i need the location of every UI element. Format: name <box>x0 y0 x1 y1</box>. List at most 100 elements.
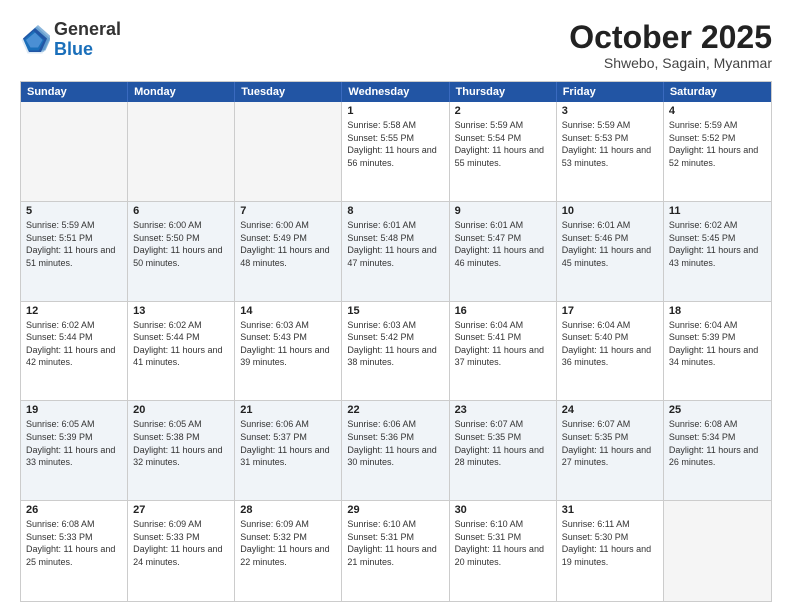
day-cell-30: 30Sunrise: 6:10 AMSunset: 5:31 PMDayligh… <box>450 501 557 601</box>
sunset-text: Sunset: 5:39 PM <box>26 431 122 444</box>
sunset-text: Sunset: 5:35 PM <box>455 431 551 444</box>
sunset-text: Sunset: 5:33 PM <box>133 531 229 544</box>
day-number: 8 <box>347 205 443 217</box>
day-cell-8: 8 Sunrise: 6:01 AMSunset: 5:48 PMDaylight… <box>342 202 449 301</box>
daylight-text: Daylight: 11 hours and 47 minutes. <box>347 244 443 269</box>
daylight-text: Daylight: 11 hours and 43 minutes. <box>669 244 766 269</box>
day-number: 16 <box>455 305 551 317</box>
sunset-text: Sunset: 5:34 PM <box>669 431 766 444</box>
sunset-text: Sunset: 5:45 PM <box>669 232 766 245</box>
day-number: 27 <box>133 504 229 516</box>
sunrise-text: Sunrise: 6:10 AM <box>347 518 443 531</box>
day-number: 6 <box>133 205 229 217</box>
empty-cell-0-0 <box>21 102 128 201</box>
daylight-text: Daylight: 11 hours and 53 minutes. <box>562 144 658 169</box>
sunset-text: Sunset: 5:33 PM <box>26 531 122 544</box>
day-number: 1 <box>347 105 443 117</box>
daylight-text: Daylight: 11 hours and 39 minutes. <box>240 344 336 369</box>
sunrise-text: Sunrise: 5:59 AM <box>562 119 658 132</box>
sunrise-text: Sunrise: 6:07 AM <box>455 418 551 431</box>
calendar: SundayMondayTuesdayWednesdayThursdayFrid… <box>20 81 772 602</box>
sunrise-text: Sunrise: 6:01 AM <box>455 219 551 232</box>
day-cell-23: 23Sunrise: 6:07 AMSunset: 5:35 PMDayligh… <box>450 401 557 500</box>
sunrise-text: Sunrise: 6:05 AM <box>26 418 122 431</box>
sunrise-text: Sunrise: 6:08 AM <box>26 518 122 531</box>
daylight-text: Daylight: 11 hours and 41 minutes. <box>133 344 229 369</box>
logo-general: General <box>54 19 121 39</box>
sunrise-text: Sunrise: 6:00 AM <box>240 219 336 232</box>
weekday-header-monday: Monday <box>128 82 235 102</box>
sunrise-text: Sunrise: 5:59 AM <box>669 119 766 132</box>
empty-cell-4-6 <box>664 501 771 601</box>
daylight-text: Daylight: 11 hours and 30 minutes. <box>347 444 443 469</box>
sunset-text: Sunset: 5:30 PM <box>562 531 658 544</box>
sunset-text: Sunset: 5:41 PM <box>455 331 551 344</box>
day-cell-24: 24Sunrise: 6:07 AMSunset: 5:35 PMDayligh… <box>557 401 664 500</box>
sunrise-text: Sunrise: 5:59 AM <box>455 119 551 132</box>
weekday-header-thursday: Thursday <box>450 82 557 102</box>
sunrise-text: Sunrise: 6:10 AM <box>455 518 551 531</box>
sunrise-text: Sunrise: 6:01 AM <box>347 219 443 232</box>
day-number: 5 <box>26 205 122 217</box>
calendar-body: 1Sunrise: 5:58 AMSunset: 5:55 PMDaylight… <box>21 102 771 601</box>
day-cell-7: 7Sunrise: 6:00 AMSunset: 5:49 PMDaylight… <box>235 202 342 301</box>
weekday-header-tuesday: Tuesday <box>235 82 342 102</box>
daylight-text: Daylight: 11 hours and 25 minutes. <box>26 543 122 568</box>
day-cell-5: 5Sunrise: 5:59 AMSunset: 5:51 PMDaylight… <box>21 202 128 301</box>
day-number: 13 <box>133 305 229 317</box>
sunrise-text: Sunrise: 6:06 AM <box>347 418 443 431</box>
sunset-text: Sunset: 5:54 PM <box>455 132 551 145</box>
day-number: 4 <box>669 105 766 117</box>
day-cell-6: 6Sunrise: 6:00 AMSunset: 5:50 PMDaylight… <box>128 202 235 301</box>
day-cell-22: 22Sunrise: 6:06 AMSunset: 5:36 PMDayligh… <box>342 401 449 500</box>
sunrise-text: Sunrise: 6:03 AM <box>347 319 443 332</box>
sunset-text: Sunset: 5:35 PM <box>562 431 658 444</box>
day-cell-15: 15Sunrise: 6:03 AMSunset: 5:42 PMDayligh… <box>342 302 449 401</box>
header: General Blue October 2025 Shwebo, Sagain… <box>20 20 772 71</box>
calendar-row-4: 26Sunrise: 6:08 AMSunset: 5:33 PMDayligh… <box>21 501 771 601</box>
day-number: 26 <box>26 504 122 516</box>
calendar-row-1: 5Sunrise: 5:59 AMSunset: 5:51 PMDaylight… <box>21 202 771 302</box>
daylight-text: Daylight: 11 hours and 27 minutes. <box>562 444 658 469</box>
daylight-text: Daylight: 11 hours and 22 minutes. <box>240 543 336 568</box>
page: General Blue October 2025 Shwebo, Sagain… <box>0 0 792 612</box>
sunset-text: Sunset: 5:50 PM <box>133 232 229 245</box>
day-cell-20: 20Sunrise: 6:05 AMSunset: 5:38 PMDayligh… <box>128 401 235 500</box>
sunrise-text: Sunrise: 6:09 AM <box>133 518 229 531</box>
day-number: 18 <box>669 305 766 317</box>
sunset-text: Sunset: 5:44 PM <box>133 331 229 344</box>
day-cell-19: 19Sunrise: 6:05 AMSunset: 5:39 PMDayligh… <box>21 401 128 500</box>
sunrise-text: Sunrise: 6:02 AM <box>26 319 122 332</box>
daylight-text: Daylight: 11 hours and 50 minutes. <box>133 244 229 269</box>
sunrise-text: Sunrise: 6:02 AM <box>669 219 766 232</box>
day-cell-13: 13Sunrise: 6:02 AMSunset: 5:44 PMDayligh… <box>128 302 235 401</box>
sunrise-text: Sunrise: 6:04 AM <box>669 319 766 332</box>
day-cell-17: 17Sunrise: 6:04 AMSunset: 5:40 PMDayligh… <box>557 302 664 401</box>
calendar-header: SundayMondayTuesdayWednesdayThursdayFrid… <box>21 82 771 102</box>
day-cell-31: 31Sunrise: 6:11 AMSunset: 5:30 PMDayligh… <box>557 501 664 601</box>
calendar-row-0: 1Sunrise: 5:58 AMSunset: 5:55 PMDaylight… <box>21 102 771 202</box>
daylight-text: Daylight: 11 hours and 51 minutes. <box>26 244 122 269</box>
day-cell-3: 3Sunrise: 5:59 AMSunset: 5:53 PMDaylight… <box>557 102 664 201</box>
sunrise-text: Sunrise: 6:09 AM <box>240 518 336 531</box>
day-cell-9: 9Sunrise: 6:01 AMSunset: 5:47 PMDaylight… <box>450 202 557 301</box>
day-number: 2 <box>455 105 551 117</box>
day-number: 7 <box>240 205 336 217</box>
day-number: 25 <box>669 404 766 416</box>
logo-blue: Blue <box>54 39 93 59</box>
sunset-text: Sunset: 5:48 PM <box>347 232 443 245</box>
day-number: 22 <box>347 404 443 416</box>
day-cell-10: 10Sunrise: 6:01 AMSunset: 5:46 PMDayligh… <box>557 202 664 301</box>
logo: General Blue <box>20 20 121 60</box>
empty-cell-0-2 <box>235 102 342 201</box>
daylight-text: Daylight: 11 hours and 37 minutes. <box>455 344 551 369</box>
sunset-text: Sunset: 5:31 PM <box>347 531 443 544</box>
daylight-text: Daylight: 11 hours and 34 minutes. <box>669 344 766 369</box>
day-number: 31 <box>562 504 658 516</box>
day-number: 15 <box>347 305 443 317</box>
day-number: 9 <box>455 205 551 217</box>
calendar-row-2: 12Sunrise: 6:02 AMSunset: 5:44 PMDayligh… <box>21 302 771 402</box>
day-cell-29: 29Sunrise: 6:10 AMSunset: 5:31 PMDayligh… <box>342 501 449 601</box>
daylight-text: Daylight: 11 hours and 31 minutes. <box>240 444 336 469</box>
day-cell-27: 27Sunrise: 6:09 AMSunset: 5:33 PMDayligh… <box>128 501 235 601</box>
